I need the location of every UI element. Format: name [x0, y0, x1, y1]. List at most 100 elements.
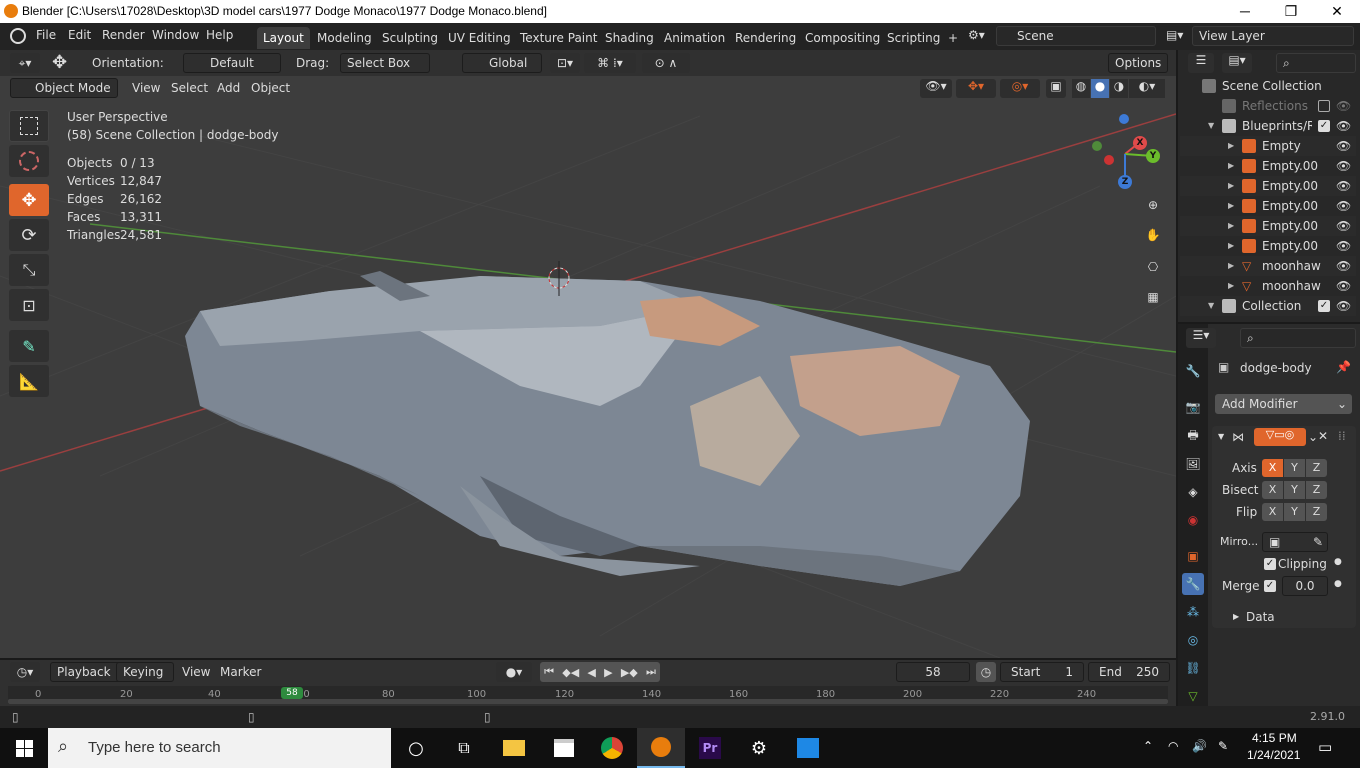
add-workspace-button[interactable]: + — [942, 27, 964, 49]
current-frame-field[interactable]: 58 — [896, 662, 970, 682]
outliner-row[interactable]: ▶ Empty.00 👁 — [1180, 236, 1356, 256]
shading-material-icon[interactable]: ◑ — [1110, 79, 1128, 98]
eye-icon[interactable]: 👁 — [1336, 156, 1351, 176]
menu-edit[interactable]: Edit — [68, 28, 91, 42]
task-view-icon[interactable]: ⧉ — [440, 728, 488, 768]
expand-arrow-icon[interactable]: ▶ — [1228, 216, 1234, 236]
close-window-button[interactable]: ✕ — [1314, 0, 1360, 23]
playback-dropdown[interactable]: Playback — [50, 662, 122, 682]
notification-icon[interactable]: ▭ — [1318, 738, 1332, 756]
merge-distance-field[interactable]: 0.0 — [1282, 576, 1328, 596]
world-tab-icon[interactable]: ◉ — [1182, 509, 1204, 531]
menu-view[interactable]: View — [132, 81, 160, 95]
outliner-row[interactable]: Reflections 👁 — [1180, 96, 1356, 116]
flip-z-toggle[interactable]: Z — [1306, 503, 1327, 521]
view-layer-icon[interactable]: ▤▾ — [1166, 28, 1183, 42]
tab-animation[interactable]: Animation — [658, 27, 731, 49]
select-box-tool[interactable] — [9, 110, 49, 142]
xray-icon[interactable]: ▣ — [1046, 79, 1066, 98]
snap-icon[interactable]: ⌘ ⁞▾ — [584, 53, 636, 73]
camera-view-icon[interactable]: ⎔ — [1142, 256, 1164, 278]
menu-help[interactable]: Help — [206, 28, 233, 42]
scene-icon[interactable]: ⚙▾ — [968, 28, 992, 44]
tab-shading[interactable]: Shading — [599, 27, 660, 49]
expand-arrow-icon[interactable]: ▶ — [1233, 612, 1239, 621]
tab-sculpting[interactable]: Sculpting — [376, 27, 444, 49]
menu-select[interactable]: Select — [171, 81, 208, 95]
eye-icon[interactable]: 👁 — [1336, 116, 1351, 136]
drag-dropdown[interactable]: Select Box — [340, 53, 430, 73]
tab-modeling[interactable]: Modeling — [311, 27, 378, 49]
zoom-icon[interactable]: ⊕ — [1142, 194, 1164, 216]
shading-rendered-icon[interactable]: ◐▾ — [1129, 79, 1165, 98]
flip-y-toggle[interactable]: Y — [1284, 503, 1305, 521]
axis-z-toggle[interactable]: Z — [1306, 459, 1327, 477]
play-icon[interactable]: ▶ — [604, 666, 612, 679]
chevron-down-icon[interactable]: ⌄ — [1308, 430, 1318, 444]
keying-dropdown[interactable]: Keying — [116, 662, 174, 682]
bisect-y-toggle[interactable]: Y — [1284, 481, 1305, 499]
volume-icon[interactable]: 🔊 — [1192, 739, 1207, 753]
gizmo-x-axis[interactable]: X — [1133, 136, 1147, 150]
tab-layout[interactable]: Layout — [257, 27, 310, 49]
jump-start-icon[interactable]: ⏮ — [544, 665, 554, 679]
object-tab-icon[interactable]: ▣ — [1182, 545, 1204, 567]
modifier-tab-icon[interactable]: 🔧 — [1182, 573, 1204, 595]
gizmo-y-axis[interactable]: Y — [1146, 149, 1160, 163]
show-editmode-icon[interactable]: ▽▭◎ — [1254, 428, 1306, 446]
keyframe-dot-icon[interactable]: ● — [1334, 557, 1342, 567]
visibility-icon[interactable]: 👁▾ — [920, 79, 952, 98]
microsoft-store-icon[interactable] — [540, 728, 588, 768]
timeline-scrollbar[interactable] — [8, 699, 1168, 704]
properties-search-input[interactable]: ⌕ — [1240, 328, 1356, 348]
steam-icon[interactable]: ⚙ — [735, 728, 783, 768]
gizmo-z-axis[interactable]: Z — [1118, 175, 1132, 189]
playhead-marker[interactable]: 58 — [281, 687, 303, 699]
outliner-row[interactable]: ▶ Empty.00 👁 — [1180, 176, 1356, 196]
taskbar-search-box[interactable]: ⌕ Type here to search — [48, 728, 391, 768]
outliner-row[interactable]: ▶ Empty.00 👁 — [1180, 196, 1356, 216]
outliner-row[interactable]: ▶ Empty.00 👁 — [1180, 156, 1356, 176]
eye-icon[interactable]: 👁 — [1336, 216, 1351, 236]
transform-orientation-dropdown[interactable]: Global — [462, 53, 542, 73]
expand-arrow-icon[interactable]: ▶ — [1228, 236, 1234, 256]
file-explorer-icon[interactable] — [490, 728, 538, 768]
timeline-editor-icon[interactable]: ◷▾ — [10, 662, 40, 682]
expand-arrow-icon[interactable]: ▶ — [1228, 196, 1234, 216]
gizmo-toggle-icon[interactable]: ✥▾ — [956, 79, 996, 98]
drag-handle-icon[interactable]: ⁞⁞ — [1338, 429, 1346, 443]
tab-uv-editing[interactable]: UV Editing — [442, 27, 517, 49]
expand-arrow-icon[interactable]: ▶ — [1228, 136, 1234, 156]
chrome-icon[interactable] — [588, 728, 636, 768]
collapse-arrow-icon[interactable]: ▼ — [1208, 116, 1214, 136]
move-tool[interactable]: ✥ — [9, 184, 49, 216]
blender-menu-icon[interactable] — [10, 28, 26, 44]
constraints-tab-icon[interactable]: ⛓ — [1182, 657, 1204, 679]
jump-keyframe-forward-icon[interactable]: ▶◆ — [621, 666, 638, 679]
jump-end-icon[interactable]: ⏭ — [646, 665, 656, 679]
exclude-checkbox[interactable] — [1318, 100, 1330, 112]
overlay-toggle-icon[interactable]: ◎▾ — [1000, 79, 1040, 98]
pen-icon[interactable]: ✎ — [1218, 739, 1228, 753]
exclude-checkbox[interactable]: ✓ — [1318, 300, 1330, 312]
axis-x-toggle[interactable]: X — [1262, 459, 1283, 477]
remove-modifier-icon[interactable]: ✕ — [1318, 429, 1328, 443]
preview-range-icon[interactable]: ◷ — [976, 662, 996, 682]
eye-icon[interactable]: 👁 — [1336, 136, 1351, 156]
exclude-checkbox[interactable]: ✓ — [1318, 120, 1330, 132]
taskbar-date[interactable]: 1/24/2021 — [1247, 748, 1300, 762]
blender-taskbar-icon[interactable] — [637, 728, 685, 768]
physics-tab-icon[interactable]: ◎ — [1182, 629, 1204, 651]
outliner-row[interactable]: ▶ ▽ moonhaw 👁 — [1180, 256, 1356, 276]
timeline-menu-view[interactable]: View — [182, 665, 210, 679]
outliner-row[interactable]: ▼ Collection ✓ 👁 — [1180, 296, 1356, 316]
eye-icon[interactable]: 👁 — [1336, 176, 1351, 196]
outliner-filter-icon[interactable]: ▤▾ — [1222, 53, 1252, 73]
outliner-row[interactable]: ▼ Blueprints/Ref ✓ 👁 — [1180, 116, 1356, 136]
clipping-checkbox[interactable]: ✓ — [1264, 558, 1276, 570]
eye-icon[interactable]: 👁 — [1336, 236, 1351, 256]
particles-tab-icon[interactable]: ⁂ — [1182, 601, 1204, 623]
pan-hand-icon[interactable]: ✋ — [1142, 224, 1164, 246]
auto-keying-icon[interactable]: ●▾ — [496, 662, 532, 682]
tray-chevron-icon[interactable]: ⌃ — [1143, 739, 1153, 753]
